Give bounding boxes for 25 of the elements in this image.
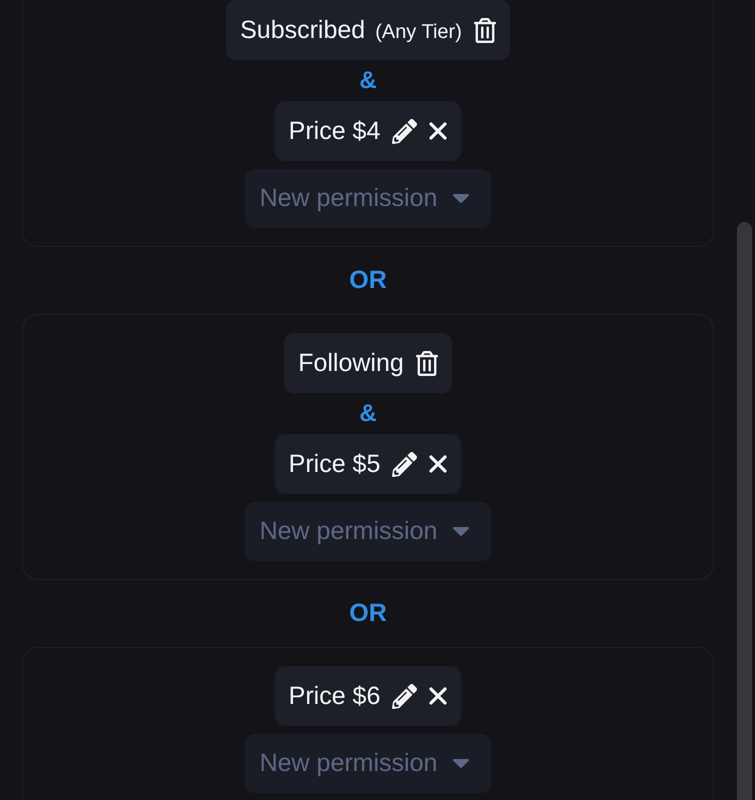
close-icon[interactable] [429,122,448,140]
condition-label: Following [298,348,404,378]
new-permission-dropdown[interactable]: New permission [244,502,492,561]
scrollbar-thumb[interactable] [737,222,752,800]
caret-icon [453,759,470,768]
pencil-icon[interactable] [392,452,418,476]
and-label: & [359,399,377,429]
caret-icon [453,527,470,536]
condition-note: (Any Tier) [375,20,462,44]
pencil-icon[interactable] [392,118,418,144]
condition-label: Subscribed [240,15,366,45]
or-label: OR [349,598,387,629]
trash-icon[interactable] [416,350,438,376]
new-permission-dropdown[interactable]: New permission [244,734,492,793]
condition-label: Price $5 [288,449,380,479]
pencil-icon[interactable] [392,684,418,708]
close-icon[interactable] [429,687,448,705]
and-label: & [359,66,377,96]
new-permission-dropdown[interactable]: New permission [244,169,492,228]
or-label: OR [349,265,387,296]
condition-label: Price $4 [288,116,380,146]
caret-icon [453,194,470,203]
trash-icon[interactable] [474,18,496,42]
condition-label: Price $6 [288,681,380,711]
close-icon[interactable] [429,455,448,473]
